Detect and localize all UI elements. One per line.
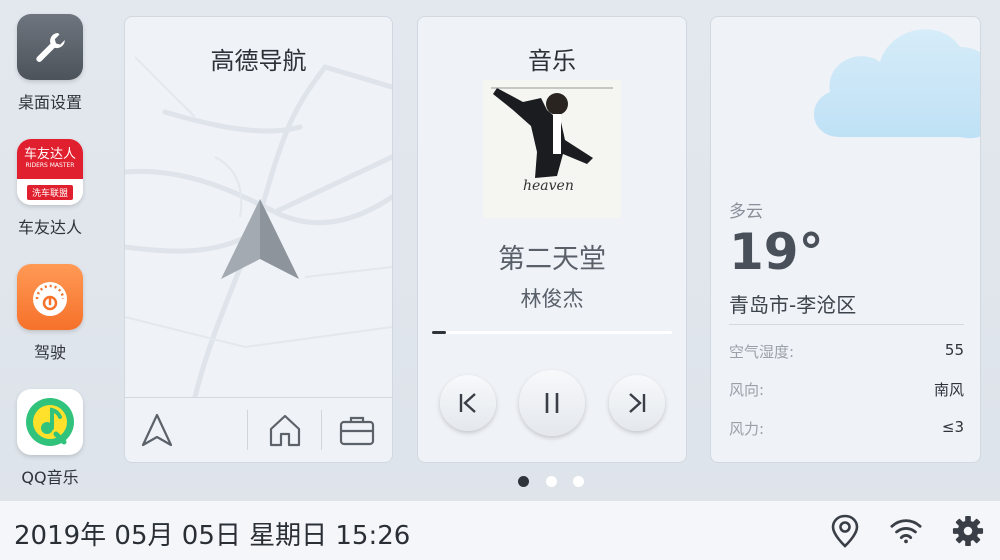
app-label: 车友达人 <box>17 218 82 237</box>
app-label: QQ音乐 <box>21 468 79 487</box>
location-icon <box>831 514 859 548</box>
date-time: 2019年 05月 05日 星期日 15:26 <box>14 521 411 551</box>
row-value: 55 <box>944 341 964 359</box>
page-dot[interactable] <box>518 476 529 487</box>
skip-next-icon <box>629 393 646 413</box>
app-label: 桌面设置 <box>17 93 82 112</box>
weather-row-wind-direction: 风向: 南风 <box>729 379 964 401</box>
previous-button[interactable] <box>440 375 496 431</box>
status-bar: 2019年 05月 05日 星期日 15:26 <box>0 500 1000 560</box>
navigate-icon <box>141 413 173 447</box>
temperature: 19° <box>729 223 824 281</box>
next-button[interactable] <box>609 375 665 431</box>
wifi-icon <box>890 519 922 544</box>
skip-previous-icon <box>459 393 476 413</box>
wifi-button[interactable] <box>890 515 922 547</box>
divider <box>321 410 322 450</box>
weather-row-humidity: 空气湿度: 55 <box>729 341 964 363</box>
riders-master-logo: 车友达人 RIDERS MASTER 洗车联盟 <box>17 139 83 205</box>
qq-music-icon <box>17 389 83 455</box>
home-button[interactable] <box>263 408 307 452</box>
app-riders-master[interactable]: 车友达人 RIDERS MASTER 洗车联盟 车友达人 <box>10 139 90 238</box>
company-button[interactable] <box>335 408 379 452</box>
music-title: 音乐 <box>528 47 576 75</box>
weather-card[interactable]: 多云 19° 青岛市-李沧区 空气湿度: 55 风向: 南风 风力: ≤3 <box>710 16 981 463</box>
album-art-image: heaven <box>483 80 621 218</box>
row-label: 空气湿度: <box>729 343 795 361</box>
row-value: 南风 <box>933 381 964 399</box>
settings-gear-icon <box>952 515 984 547</box>
song-title: 第二天堂 <box>498 244 606 275</box>
page-dot[interactable] <box>573 476 584 487</box>
app-qq-music[interactable]: QQ音乐 <box>10 389 90 488</box>
row-label: 风向: <box>729 381 765 399</box>
speedometer-icon <box>17 264 83 330</box>
divider <box>729 324 964 325</box>
city-name: 青岛市-李沧区 <box>729 293 857 317</box>
weather-row-wind-force: 风力: ≤3 <box>729 418 964 440</box>
app-label: 驾驶 <box>33 343 66 362</box>
pause-button[interactable] <box>519 370 585 436</box>
page-dot[interactable] <box>546 476 557 487</box>
navigation-card[interactable]: 高德导航 <box>124 16 393 463</box>
navigate-button[interactable] <box>135 408 179 452</box>
progress-fill <box>432 331 447 334</box>
location-button[interactable] <box>829 514 861 548</box>
home-icon <box>269 414 301 447</box>
artist-name: 林俊杰 <box>520 287 584 311</box>
navigation-arrow-icon <box>221 199 299 279</box>
progress-bar[interactable] <box>432 331 672 334</box>
row-label: 风力: <box>729 420 765 438</box>
nav-title: 高德导航 <box>210 47 307 75</box>
nav-toolbar <box>125 397 392 462</box>
cloud-icon <box>814 29 980 139</box>
row-value: ≤3 <box>941 418 964 436</box>
app-dock: 桌面设置 车友达人 RIDERS MASTER 洗车联盟 车友达人 驾驶 QQ音… <box>0 0 100 500</box>
album-cover[interactable]: heaven <box>483 80 621 218</box>
wrench-icon <box>17 14 83 80</box>
music-card[interactable]: 音乐 heaven 第二天堂 林俊杰 <box>417 16 687 463</box>
divider <box>247 410 248 450</box>
app-driving[interactable]: 驾驶 <box>10 264 90 363</box>
weather-condition: 多云 <box>729 202 763 222</box>
pause-icon <box>545 393 559 413</box>
settings-button[interactable] <box>952 515 984 547</box>
briefcase-icon <box>339 416 375 446</box>
album-text: heaven <box>523 178 574 194</box>
app-desktop-settings[interactable]: 桌面设置 <box>10 14 90 113</box>
